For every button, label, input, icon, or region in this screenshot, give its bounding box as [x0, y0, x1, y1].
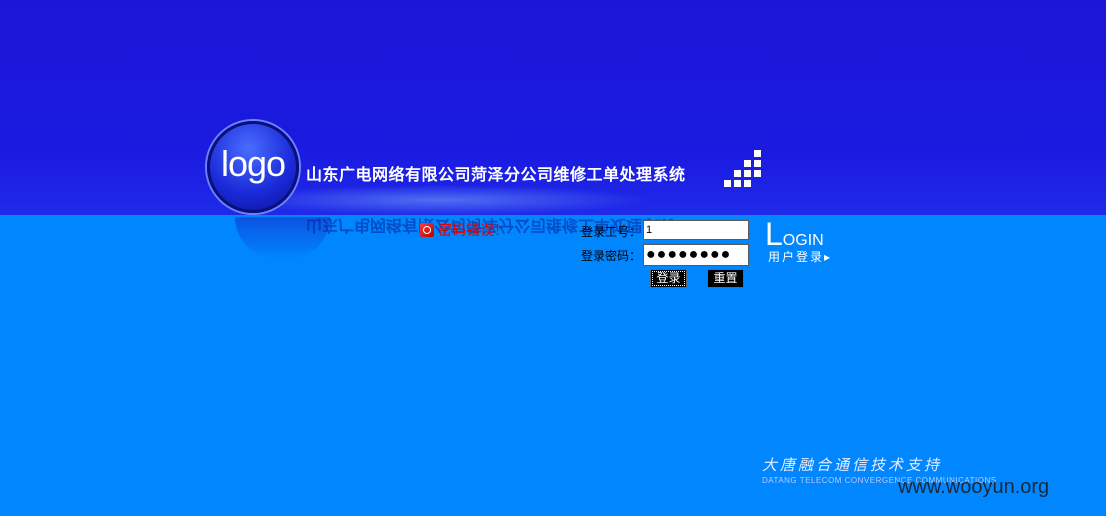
user-id-label: 登录工号： — [581, 225, 642, 239]
grid-dots-icon — [724, 150, 764, 190]
login-page: logo 山东广电网络有限公司菏泽分公司维修工单处理系统 山东广电网络有限公司菏… — [0, 0, 1106, 516]
logo-reflection — [235, 217, 330, 259]
login-rest-letters: OGIN — [782, 232, 824, 249]
logo-text: logo — [220, 143, 286, 184]
password-input[interactable]: ●●●●●●●● — [643, 244, 749, 266]
error-icon — [420, 223, 434, 237]
error-text: 密码错误！ — [438, 223, 508, 239]
error-message: 密码错误！ — [420, 220, 508, 240]
reset-button[interactable]: 重置 — [707, 269, 744, 288]
user-id-input[interactable]: 1 — [643, 220, 749, 240]
logo: logo — [207, 121, 299, 213]
watermark: www.wooyun.org — [898, 476, 1050, 498]
login-big-letter: L — [765, 216, 783, 252]
login-button[interactable]: 登录 — [650, 269, 687, 288]
system-title: 山东广电网络有限公司菏泽分公司维修工单处理系统 — [306, 165, 686, 184]
password-label: 登录密码： — [581, 249, 642, 263]
user-login-subtitle: 用户登录▸ — [768, 250, 833, 264]
tech-support-cn: 大唐融合通信技术支持 — [762, 456, 943, 474]
